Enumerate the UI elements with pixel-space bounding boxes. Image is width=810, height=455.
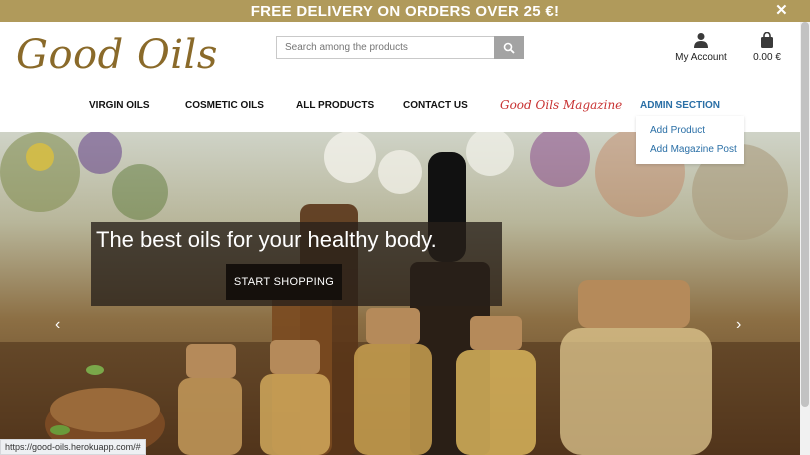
user-icon [694,33,708,48]
admin-dropdown: Add Product Add Magazine Post [636,116,744,164]
close-icon[interactable]: ✕ [775,1,788,19]
banner-text: FREE DELIVERY ON ORDERS OVER 25 €! [250,2,560,20]
announcement-banner: FREE DELIVERY ON ORDERS OVER 25 €! ✕ [0,0,810,22]
page-scrollbar[interactable] [800,22,810,455]
hero-title: The best oils for your healthy body. [96,227,437,252]
nav-magazine[interactable]: Good Oils Magazine [500,98,622,112]
nav-admin-section[interactable]: ADMIN SECTION [640,100,720,111]
account-link[interactable]: My Account [672,32,730,63]
add-product-link[interactable]: Add Product [650,125,705,136]
nav-virgin-oils[interactable]: VIRGIN OILS [89,100,150,111]
hero-carousel: The best oils for your healthy body. STA… [0,132,800,455]
search-button[interactable] [494,36,524,59]
nav-contact-us[interactable]: CONTACT US [403,100,468,111]
search-icon [503,42,515,54]
shopping-bag-icon [761,32,773,48]
nav-cosmetic-oils[interactable]: COSMETIC OILS [185,100,264,111]
carousel-prev-icon[interactable]: ‹ [55,316,60,334]
search-input[interactable] [276,36,494,59]
account-label: My Account [675,52,727,63]
scrollbar-thumb[interactable] [801,22,809,407]
nav-all-products[interactable]: ALL PRODUCTS [296,100,374,111]
add-magazine-post-link[interactable]: Add Magazine Post [650,144,737,155]
start-shopping-button[interactable]: START SHOPPING [226,264,342,300]
cart-link[interactable]: 0.00 € [744,32,790,63]
logo[interactable]: Good Oils [16,32,218,78]
search-bar [276,36,524,59]
status-bar-url: https://good-oils.herokuapp.com/# [0,439,146,455]
cart-total: 0.00 € [753,52,781,63]
carousel-next-icon[interactable]: › [736,316,741,334]
